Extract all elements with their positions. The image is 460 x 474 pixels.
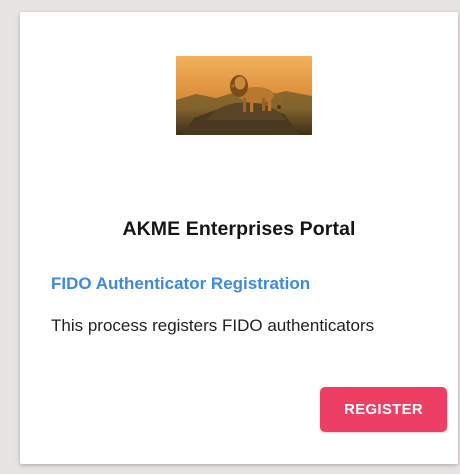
register-button[interactable]: REGISTER	[320, 387, 447, 432]
hero-image	[176, 56, 312, 135]
registration-description: This process registers FIDO authenticato…	[51, 316, 375, 335]
registration-heading: FIDO Authenticator Registration	[51, 274, 311, 293]
lion-illustration	[176, 56, 312, 135]
portal-title: AKME Enterprises Portal	[122, 218, 356, 240]
registration-card: AKME Enterprises Portal FIDO Authenticat…	[20, 12, 458, 464]
